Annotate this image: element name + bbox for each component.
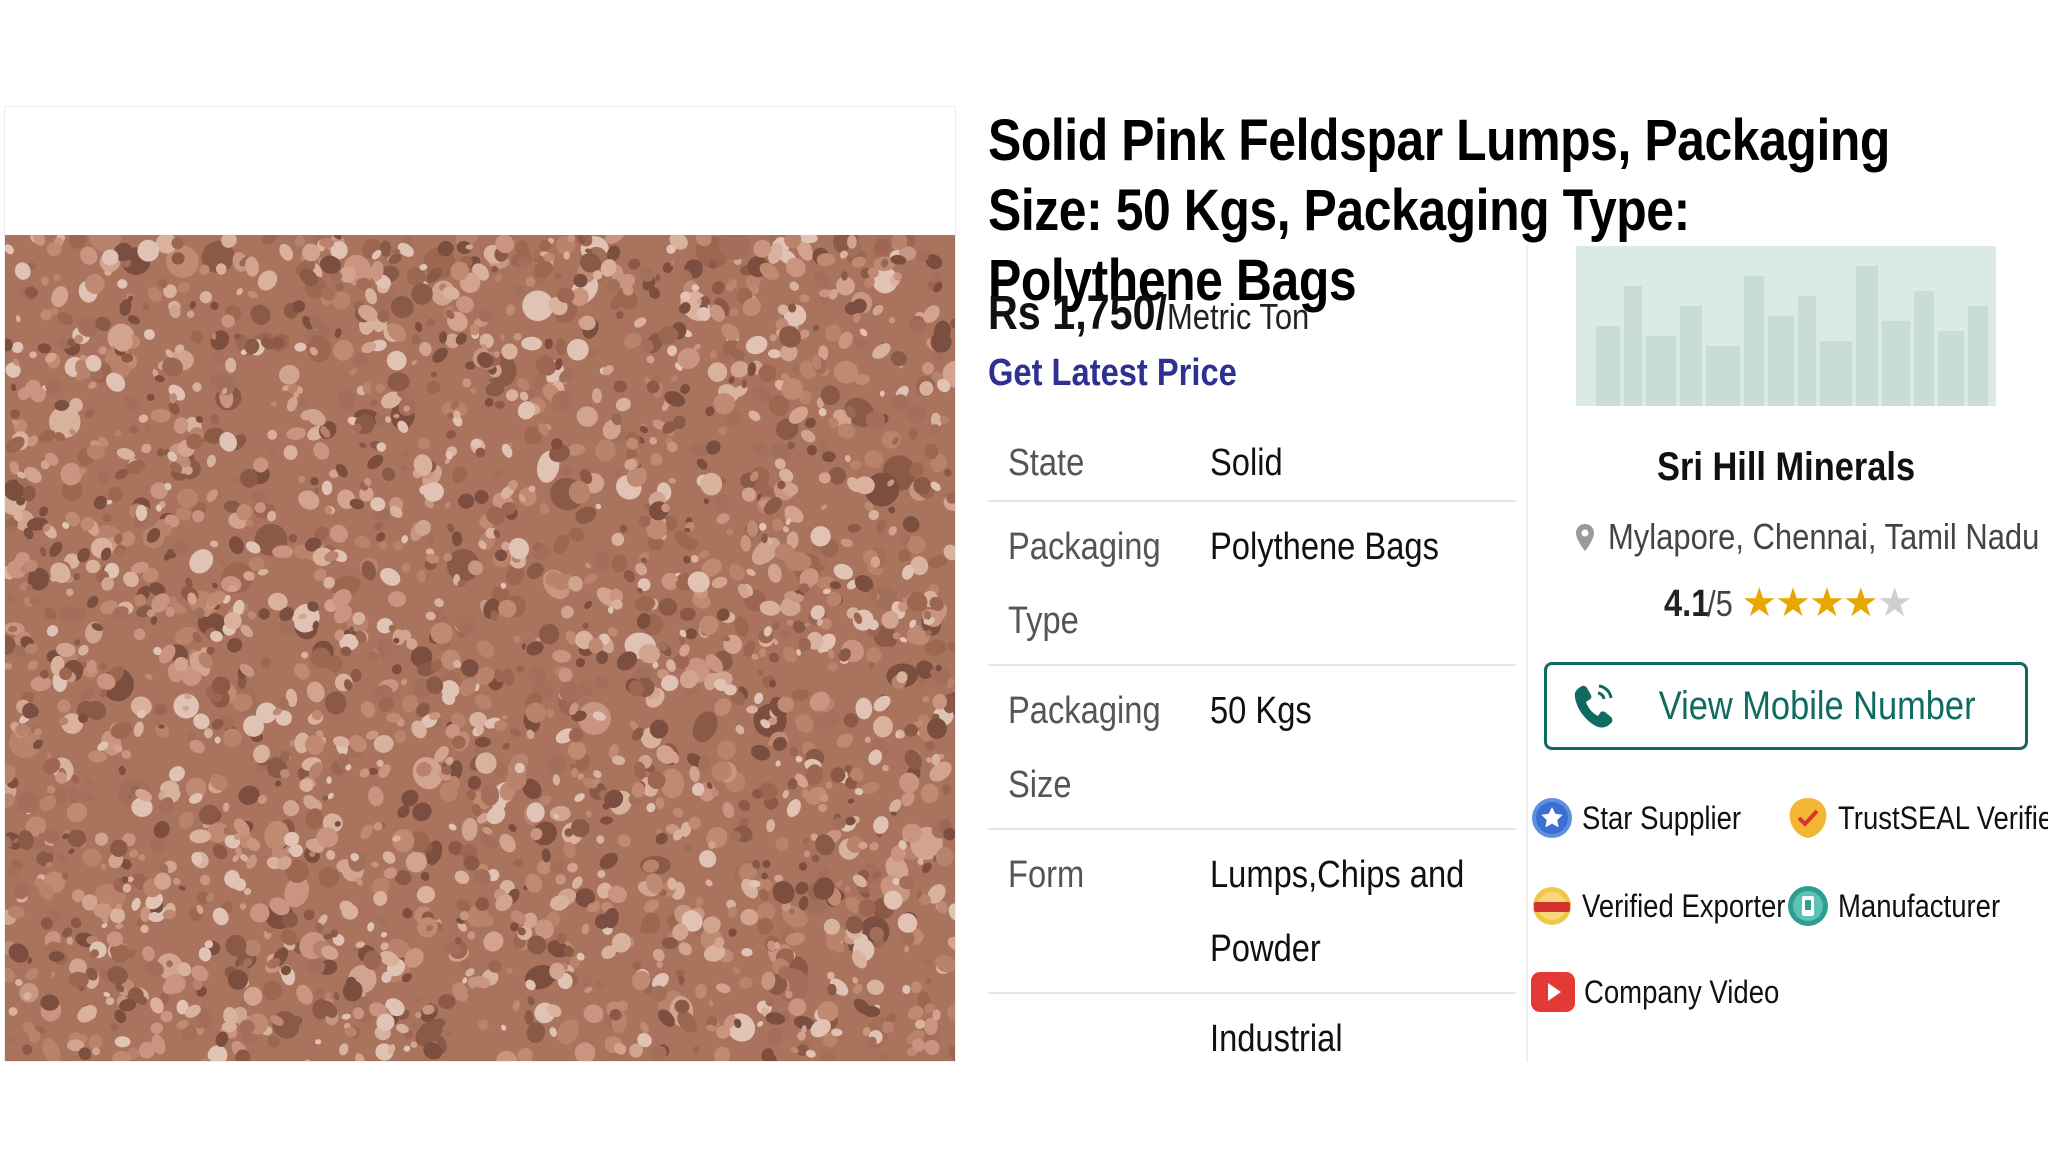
product-image-frame[interactable] (4, 106, 956, 1062)
view-mobile-number-button[interactable]: View Mobile Number (1544, 662, 2028, 750)
spec-value: Industrial (1210, 1018, 1343, 1060)
stone-texture (29, 351, 37, 359)
spec-value: 50 Kgs (1210, 690, 1312, 732)
seller-name[interactable]: Sri Hill Minerals (1526, 445, 2046, 490)
spec-value: Lumps,Chips and Powder (1210, 854, 1465, 970)
location-pin-icon (1576, 524, 1594, 551)
spec-key: Packaging Size (1008, 690, 1161, 806)
get-latest-price-link[interactable]: Get Latest Price (988, 352, 1237, 395)
badge-label: Verified Exporter (1582, 887, 1786, 924)
star-filled-icon: ★ (1809, 581, 1845, 625)
spec-row-usage: Industrial (988, 994, 1516, 1072)
star-filled-icon: ★ (1741, 581, 1777, 625)
star-supplier-icon (1532, 798, 1572, 838)
location-text: Mylapore, Chennai, Tamil Nadu (1608, 516, 2040, 557)
seller-rating: 4.1/5 ★★★★★ (1664, 580, 1913, 626)
stone-texture (870, 556, 881, 568)
spec-key: Form (1008, 854, 1085, 896)
manufacturer-icon (1788, 886, 1828, 926)
stone-texture (401, 694, 418, 713)
badge-manufacturer[interactable]: Manufacturer (1786, 882, 2027, 930)
rating-value: 4.1 (1664, 583, 1710, 625)
product-image (5, 235, 955, 1061)
rating-max: /5 (1706, 583, 1733, 624)
trustseal-icon (1789, 798, 1827, 838)
badge-star-supplier[interactable]: Star Supplier (1530, 794, 1767, 842)
spec-key: State (1008, 442, 1085, 484)
star-empty-icon: ★ (1876, 581, 1913, 625)
price-row: Rs 1,750/Metric Ton (988, 286, 1309, 341)
seller-location: Mylapore, Chennai, Tamil Nadu (1574, 516, 2048, 558)
verified-exporter-icon (1533, 887, 1571, 925)
panel-divider (1526, 244, 1528, 1062)
stone-texture (272, 545, 294, 559)
badge-label: TrustSEAL Verified (1838, 799, 2048, 836)
badge-verified-exporter[interactable]: Verified Exporter (1530, 882, 1819, 930)
stone-texture (34, 728, 43, 736)
badge-trustseal-verified[interactable]: TrustSEAL Verified (1786, 794, 2048, 842)
stone-texture (555, 338, 567, 356)
stone-texture (827, 983, 837, 996)
stone-texture (594, 675, 609, 690)
stone-texture (150, 408, 171, 423)
spec-row-packaging-size: Packaging Size 50 Kgs (988, 666, 1516, 830)
badge-label: Manufacturer (1838, 887, 2001, 924)
seller-banner-city-icon (1576, 246, 1996, 406)
star-filled-icon: ★ (1842, 581, 1879, 625)
stone-texture (426, 318, 435, 327)
stone-texture (219, 560, 225, 565)
phone-icon (1574, 684, 1613, 728)
badge-label: Star Supplier (1582, 799, 1742, 836)
stone-texture (740, 908, 759, 926)
spec-table: State Solid Packaging Type Polythene Bag… (988, 418, 1516, 1072)
badge-company-video[interactable]: Company Video (1530, 970, 1811, 1014)
stone-texture (25, 559, 38, 572)
star-filled-icon: ★ (1775, 581, 1811, 625)
spec-row-form: Form Lumps,Chips and Powder (988, 830, 1516, 994)
price-unit: Metric Ton (1167, 296, 1310, 337)
stone-texture (283, 445, 298, 461)
spec-row-state: State Solid (988, 418, 1516, 502)
view-mobile-number-label: View Mobile Number (1658, 683, 1976, 728)
spec-value: Polythene Bags (1210, 526, 1439, 568)
price-amount: Rs 1,750/ (988, 287, 1168, 340)
video-play-icon (1531, 972, 1575, 1012)
badge-label: Company Video (1584, 973, 1780, 1010)
spec-row-packaging-type: Packaging Type Polythene Bags (988, 502, 1516, 666)
stone-texture (200, 874, 211, 886)
spec-key: Packaging Type (1008, 526, 1161, 642)
spec-value: Solid (1210, 442, 1283, 484)
